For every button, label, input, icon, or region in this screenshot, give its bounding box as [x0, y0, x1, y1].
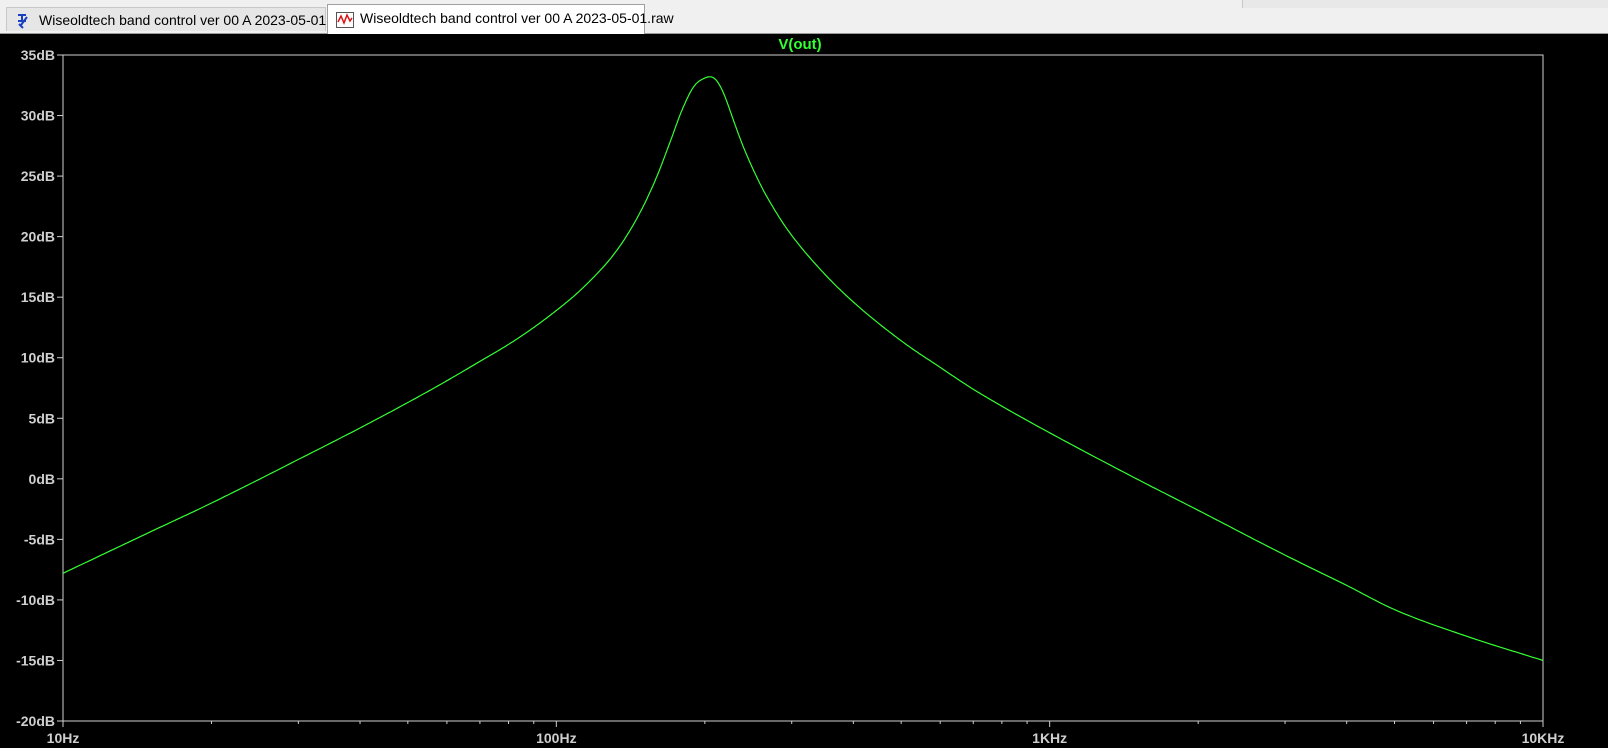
- y-tick-label: 35dB: [21, 47, 55, 63]
- tab-waveform-label: Wiseoldtech band control ver 00 A 2023-0…: [360, 10, 674, 26]
- y-tick-label: -15dB: [16, 652, 55, 668]
- y-tick-label: 10dB: [21, 350, 55, 366]
- x-tick-label: 10KHz: [1522, 730, 1565, 746]
- tab-waveform[interactable]: Wiseoldtech band control ver 00 A 2023-0…: [327, 4, 674, 34]
- waveform-plot[interactable]: V(out) 35dB 30dB 25dB 20dB 15dB 10dB 5dB 0dB -5d…: [0, 34, 1608, 748]
- ltspice-waveform-window: Wiseoldtech band control ver 00 A 2023-0…: [0, 0, 1608, 748]
- x-tick-label: 100Hz: [536, 730, 576, 746]
- y-tick-label: -20dB: [16, 713, 55, 729]
- y-tick-label: -10dB: [16, 592, 55, 608]
- x-tick-label: 1KHz: [1032, 730, 1067, 746]
- trace-title[interactable]: V(out): [778, 36, 821, 53]
- tab-bar-filler: [1242, 0, 1608, 8]
- document-tab-bar: Wiseoldtech band control ver 00 A 2023-0…: [0, 0, 1608, 34]
- waveform-icon: [336, 10, 354, 28]
- y-tick-label: 30dB: [21, 108, 55, 124]
- y-tick-label: 15dB: [21, 289, 55, 305]
- y-tick-label: 5dB: [29, 410, 55, 426]
- tab-schematic-label: Wiseoldtech band control ver 00 A 2023-0…: [39, 12, 352, 28]
- y-tick-label: 0dB: [29, 471, 55, 487]
- waveform-plot-pane[interactable]: V(out) 35dB 30dB 25dB 20dB 15dB 10dB 5dB 0dB -5d…: [0, 34, 1608, 748]
- y-tick-label: 20dB: [21, 229, 55, 245]
- schematic-icon: [15, 12, 33, 29]
- y-tick-label: -5dB: [24, 531, 55, 547]
- plot-background: [0, 34, 1608, 748]
- y-tick-label: 25dB: [21, 168, 55, 184]
- x-tick-label: 10Hz: [47, 730, 80, 746]
- tab-schematic[interactable]: Wiseoldtech band control ver 00 A 2023-0…: [6, 7, 352, 31]
